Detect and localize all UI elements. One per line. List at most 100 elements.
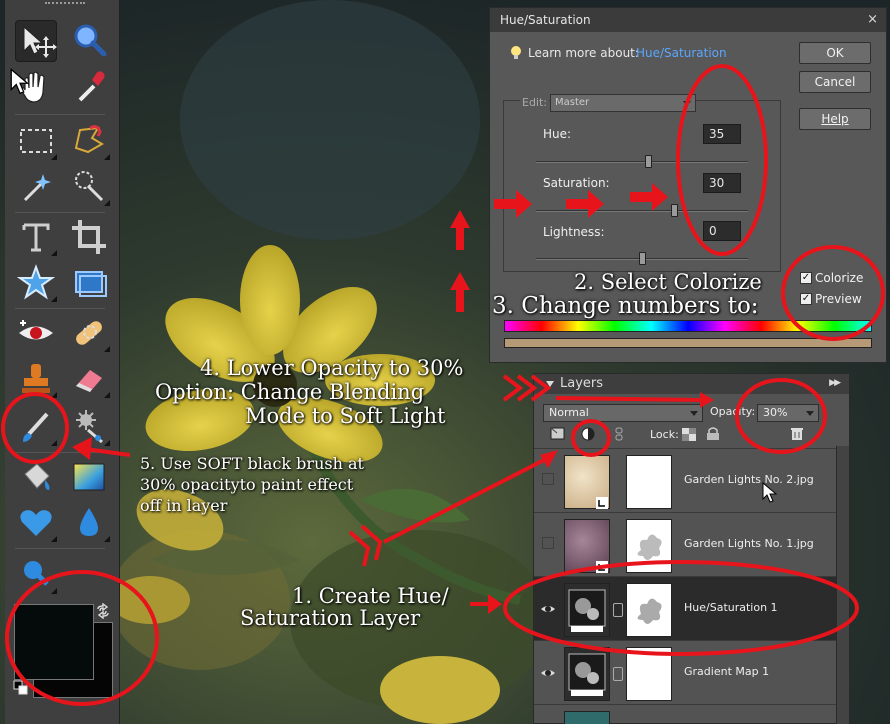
eraser-tool[interactable]: [68, 358, 110, 400]
trash-icon[interactable]: [790, 426, 804, 441]
visibility-toggle[interactable]: [542, 473, 554, 485]
annotation-step4-line2: Option: Change Blending: [155, 380, 425, 404]
mask-link-icon[interactable]: [613, 667, 623, 681]
layer-thumbnail: [564, 711, 610, 724]
close-icon[interactable]: ×: [867, 12, 878, 27]
layers-panel: Layers ▶▶ Normal Opacity: 30% Lock: Gard…: [533, 373, 850, 724]
layer-mask-thumbnail: [626, 519, 672, 573]
annotation-step4-line1: 4. Lower Opacity to 30%: [200, 356, 464, 380]
lock-transparency-icon[interactable]: [682, 428, 696, 441]
swap-colors-icon[interactable]: [95, 603, 111, 619]
crop-icon: [72, 220, 106, 254]
brush-tool[interactable]: [15, 406, 57, 448]
lightness-slider-thumb[interactable]: [639, 252, 646, 265]
mask-flower-shape: [637, 534, 662, 560]
move-tool[interactable]: [15, 20, 57, 62]
layer-name: Gradient Map 1: [684, 665, 770, 678]
hue-slider-thumb[interactable]: [645, 155, 653, 168]
eye-icon: [19, 320, 53, 340]
adjustment-gears-icon: [568, 653, 606, 696]
eyedropper-tool[interactable]: [68, 66, 110, 108]
hue-slider-track[interactable]: [536, 161, 748, 163]
paint-bucket-tool[interactable]: [15, 456, 57, 498]
opacity-label: Opacity:: [710, 405, 756, 418]
straighten-icon: [75, 271, 107, 297]
toolbox-grip[interactable]: [45, 2, 85, 6]
adjustment-layer-icon[interactable]: [580, 426, 596, 442]
red-eye-tool[interactable]: [15, 312, 57, 354]
layer-row-garden-lights-2[interactable]: Garden Lights No. 2.jpg: [534, 448, 836, 512]
visibility-toggle[interactable]: [542, 537, 554, 549]
mask-flower-shape: [637, 598, 662, 624]
magic-wand-tool[interactable]: [15, 166, 57, 208]
colorize-label[interactable]: Colorize: [815, 271, 863, 285]
edit-channel-select[interactable]: Master: [550, 94, 696, 112]
layer-row-hue-saturation-1[interactable]: Hue/Saturation 1: [534, 576, 836, 640]
type-tool[interactable]: [15, 216, 57, 258]
lightness-label: Lightness:: [543, 225, 605, 239]
collapse-icon[interactable]: [546, 381, 554, 387]
sponge-tool[interactable]: [15, 554, 57, 596]
dialog-titlebar[interactable]: Hue/Saturation ×: [490, 8, 886, 32]
healing-brush-tool[interactable]: [68, 312, 110, 354]
opacity-input[interactable]: 30%: [757, 404, 819, 422]
smart-brush-tool[interactable]: [68, 406, 110, 448]
link-layers-icon[interactable]: [614, 427, 624, 441]
layers-title: Layers: [560, 376, 604, 391]
lock-label: Lock:: [650, 428, 679, 441]
preview-label[interactable]: Preview: [815, 292, 862, 306]
opacity-value: 30%: [763, 406, 788, 419]
blur-tool[interactable]: [68, 502, 110, 544]
mouse-cursor-icon: [762, 482, 778, 503]
hue-label: Hue:: [543, 127, 572, 141]
zoom-tool[interactable]: [68, 20, 110, 62]
foreground-color-swatch[interactable]: [14, 604, 94, 680]
saturation-slider-thumb[interactable]: [670, 204, 678, 217]
marquee-tool[interactable]: [15, 120, 57, 162]
lightbulb-icon: [511, 46, 521, 59]
cookie-cutter-tool[interactable]: [15, 262, 57, 304]
panel-menu-icon[interactable]: ▶▶: [829, 378, 841, 388]
clip-indicator-icon: [596, 497, 608, 509]
lock-icon[interactable]: [706, 426, 720, 441]
layer-name: Garden Lights No. 2.jpg: [684, 473, 814, 486]
eye-icon[interactable]: [540, 601, 556, 617]
hue-input[interactable]: 35: [703, 124, 741, 144]
layer-row-garden-lights-1[interactable]: Garden Lights No. 1.jpg: [534, 512, 836, 576]
layer-name: Hue/Saturation 1: [684, 601, 778, 614]
saturation-slider-track[interactable]: [536, 210, 748, 212]
learn-more-link[interactable]: Hue/Saturation: [636, 46, 727, 60]
layers-scrollbar[interactable]: [836, 446, 849, 724]
blend-mode-select[interactable]: Normal: [543, 404, 703, 422]
crop-tool[interactable]: [68, 216, 110, 258]
default-colors-icon[interactable]: [13, 680, 29, 696]
layer-row-partial[interactable]: [534, 704, 836, 724]
layer-row-gradient-map-1[interactable]: Gradient Map 1: [534, 640, 836, 704]
clone-stamp-tool[interactable]: [15, 358, 57, 400]
mask-link-icon[interactable]: [613, 603, 623, 617]
lightness-input[interactable]: 0: [703, 221, 741, 241]
layer-thumbnail: [564, 583, 610, 637]
gradient-tool[interactable]: [68, 456, 110, 498]
annotation-step5-line3: off in layer: [140, 496, 228, 515]
quick-selection-tool[interactable]: [68, 166, 110, 208]
eye-icon[interactable]: [540, 665, 556, 681]
layers-header[interactable]: Layers ▶▶: [534, 374, 849, 394]
lasso-tool[interactable]: [68, 120, 110, 162]
move-icon: [23, 25, 57, 58]
custom-shape-tool[interactable]: [15, 502, 57, 544]
new-layer-icon[interactable]: [550, 427, 566, 441]
cancel-button[interactable]: Cancel: [799, 71, 871, 93]
toolbox-panel: [5, 0, 120, 724]
mouse-cursor-icon: [10, 68, 30, 95]
straighten-tool[interactable]: [68, 262, 110, 304]
layer-mask-thumbnail: [626, 455, 672, 509]
preview-checkbox[interactable]: ✓: [800, 293, 812, 305]
saturation-input[interactable]: 30: [703, 173, 741, 193]
dialog-title: Hue/Saturation: [500, 13, 591, 27]
colorize-checkbox[interactable]: ✓: [800, 272, 812, 284]
ok-button[interactable]: OK: [799, 42, 871, 64]
gradient-icon: [73, 463, 105, 491]
chevron-down-icon: [690, 411, 698, 416]
help-button[interactable]: Help: [799, 108, 871, 130]
